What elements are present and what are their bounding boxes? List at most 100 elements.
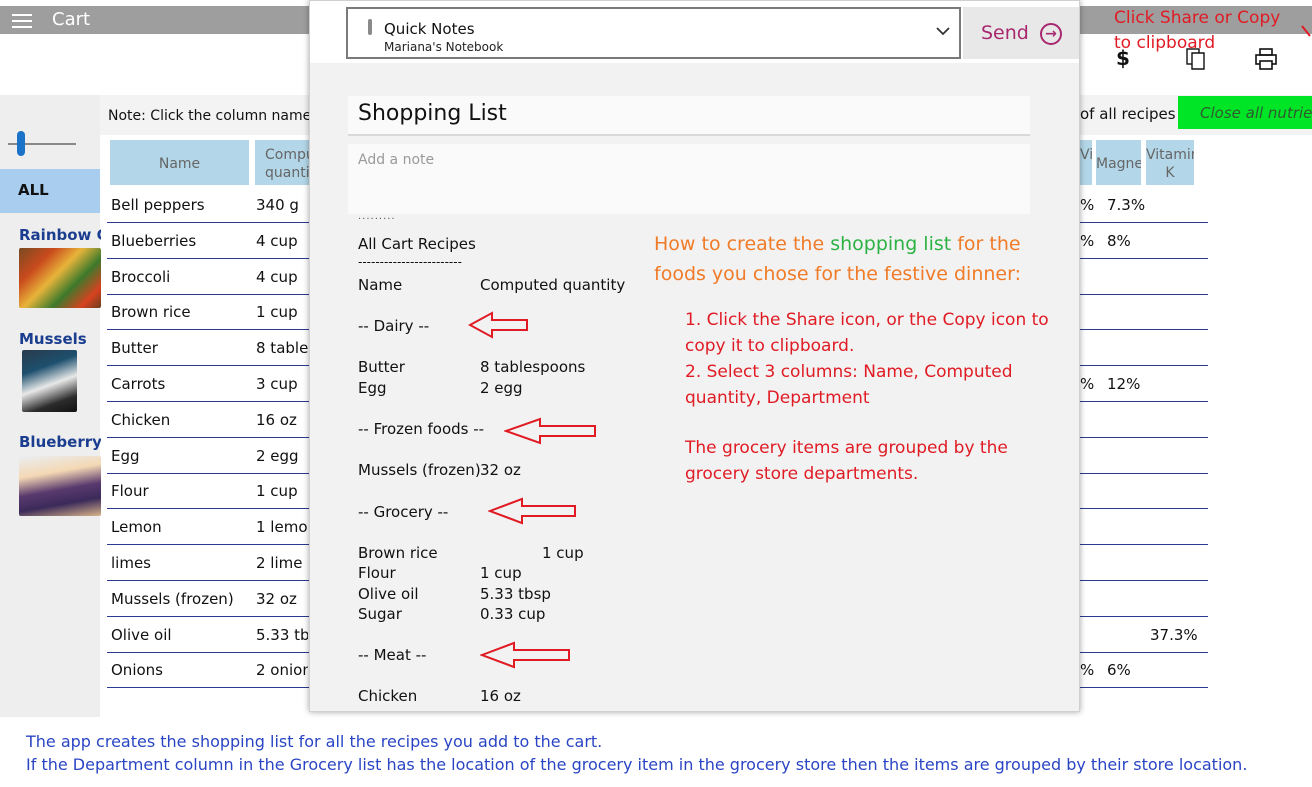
list-item-qty: 1 cup — [542, 544, 584, 562]
list-item-qty: 2 egg — [480, 379, 523, 397]
list-item-qty: 1 cup — [480, 564, 522, 582]
copy-icon[interactable] — [1186, 48, 1206, 70]
table-cell-quantity: 8 tables — [256, 339, 308, 357]
table-cell-quantity: 4 cup — [256, 232, 298, 250]
group-grocery: -- Grocery -- — [358, 503, 449, 521]
list-item-name: Butter — [358, 358, 405, 376]
app-title: Cart — [52, 9, 91, 30]
list-item-name: Flour — [358, 564, 396, 582]
list-col-quantity: Computed quantity — [480, 276, 626, 294]
howto-steps: 1. Click the Share icon, or the Copy ico… — [685, 307, 1049, 411]
group-frozen-foods: -- Frozen foods -- — [358, 420, 485, 438]
table-cell-name: Olive oil — [111, 626, 172, 644]
table-cell-magnesium: 8% — [1107, 232, 1131, 250]
recipe-image-mussels[interactable] — [22, 350, 77, 412]
arrow-right-circle-icon: → — [1040, 23, 1062, 45]
howto-grouped-line1: The grocery items are grouped by the — [685, 438, 1008, 458]
list-item-qty: 16 oz — [480, 687, 521, 705]
list-item-name: Brown rice — [358, 544, 438, 562]
table-cell-name: Carrots — [111, 375, 166, 393]
close-all-nutrients-button[interactable]: Close all nutrients — [1178, 96, 1312, 129]
footer-line1: The app creates the shopping list for al… — [26, 732, 603, 751]
recipe-image-rainbow-chicken[interactable] — [19, 248, 101, 308]
table-cell-name: Lemon — [111, 518, 162, 536]
table-cell-name: Onions — [111, 661, 163, 679]
list-separator: ------------------------ — [358, 255, 462, 269]
column-header-vitamin[interactable]: Vitami — [1080, 140, 1092, 185]
dialog-header: Quick Notes Mariana's Notebook Send → — [310, 1, 1079, 63]
table-cell-vitamin: % — [1080, 196, 1095, 214]
content-dots: ......... — [358, 211, 396, 222]
column-header-name[interactable]: Name — [110, 140, 249, 185]
howto-title-a: How to create the — [654, 233, 831, 255]
column-header-magnesium[interactable]: Magne — [1096, 140, 1141, 185]
table-cell-quantity: 4 cup — [256, 268, 298, 286]
table-cell-name: Blueberries — [111, 232, 197, 250]
notebook-section-title: Quick Notes — [384, 20, 475, 38]
share-copy-hint: Click Share or Copy to clipboard — [1114, 6, 1312, 56]
column-header-computed-quantity[interactable]: Computed quantity — [255, 140, 310, 185]
onenote-share-dialog: Quick Notes Mariana's Notebook Send → Sh… — [309, 0, 1080, 712]
column-header-vitamin-k[interactable]: Vitamin K — [1146, 140, 1194, 185]
footer-line2: If the Department column in the Grocery … — [26, 755, 1248, 774]
table-cell-quantity: 1 cup — [256, 482, 298, 500]
dollar-icon[interactable]: $ — [1116, 46, 1130, 70]
list-item-name: Egg — [358, 379, 387, 397]
zoom-slider-thumb[interactable] — [17, 131, 25, 156]
group-meat: -- Meat -- — [358, 646, 427, 664]
footer-description: The app creates the shopping list for al… — [26, 730, 1247, 776]
share-hint-line1: Click Share or Copy — [1114, 8, 1281, 28]
list-header: All Cart Recipes — [358, 235, 476, 253]
recipe-image-blueberry-tart[interactable] — [19, 456, 101, 516]
arrow-left-icon — [504, 417, 596, 445]
recipe-rainbow-chicken[interactable]: Rainbow Chicken — [19, 226, 101, 244]
notebook-name: Mariana's Notebook — [384, 40, 504, 54]
table-cell-name: Broccoli — [111, 268, 171, 286]
table-cell-name: Egg — [111, 447, 140, 465]
notebook-selector[interactable]: Quick Notes Mariana's Notebook — [346, 7, 961, 59]
table-cell-quantity: 2 lime — [256, 554, 303, 572]
list-item-qty: 5.33 tbsp — [480, 585, 551, 603]
howto-grouped-note: The grocery items are grouped by the gro… — [685, 435, 1008, 487]
add-note-input[interactable]: Add a note — [348, 144, 1030, 214]
send-button[interactable]: Send → — [963, 7, 1079, 59]
print-icon[interactable] — [1254, 48, 1278, 70]
list-item-qty: 0.33 cup — [480, 605, 546, 623]
table-cell-name: limes — [111, 554, 151, 572]
page-title-input[interactable]: Shopping List — [348, 96, 1030, 136]
table-cell-magnesium: 7.3% — [1107, 196, 1146, 214]
list-item-name: Olive oil — [358, 585, 419, 603]
table-cell-name: Brown rice — [111, 303, 191, 321]
table-cell-quantity: 2 onion — [256, 661, 308, 679]
all-recipes-tab[interactable]: ALL — [0, 169, 100, 213]
share-hint-line2: to clipboard — [1114, 33, 1216, 53]
table-cell-quantity: 32 oz — [256, 590, 297, 608]
list-item-name: Mussels (frozen) — [358, 461, 481, 479]
column-sort-note: Note: Click the column name to — [108, 108, 330, 124]
howto-step2-line2: quantity, Department — [685, 388, 870, 408]
of-all-recipes-label: of all recipes — [1080, 105, 1176, 123]
recipe-blueberry-tart[interactable]: Blueberry Tart — [19, 433, 101, 451]
hamburger-menu-icon[interactable] — [10, 13, 34, 29]
table-cell-name: Butter — [111, 339, 158, 357]
list-item-qty: 8 tablespoons — [480, 358, 586, 376]
arrow-left-icon — [480, 641, 570, 669]
send-label: Send — [981, 22, 1029, 44]
table-cell-vitamin: % — [1080, 232, 1095, 250]
table-cell-name: Mussels (frozen) — [111, 590, 234, 608]
list-item-name: Sugar — [358, 605, 402, 623]
table-cell-quantity: 340 g — [256, 196, 299, 214]
arrow-left-icon — [488, 497, 576, 525]
table-cell-quantity: 5.33 tbs — [256, 626, 308, 644]
arrow-left-icon — [468, 311, 528, 339]
table-cell-quantity: 1 cup — [256, 303, 298, 321]
table-cell-quantity: 3 cup — [256, 375, 298, 393]
chevron-down-icon[interactable] — [936, 26, 950, 36]
table-cell-magnesium: 6% — [1107, 661, 1131, 679]
howto-title: How to create the shopping list for the … — [654, 229, 1021, 289]
list-item-qty: 32 oz — [480, 461, 521, 479]
recipe-mussels[interactable]: Mussels — [19, 330, 101, 348]
howto-step1-line1: 1. Click the Share icon, or the Copy ico… — [685, 310, 1049, 330]
table-cell-quantity: 1 lemor — [256, 518, 308, 536]
table-cell-quantity: 16 oz — [256, 411, 297, 429]
